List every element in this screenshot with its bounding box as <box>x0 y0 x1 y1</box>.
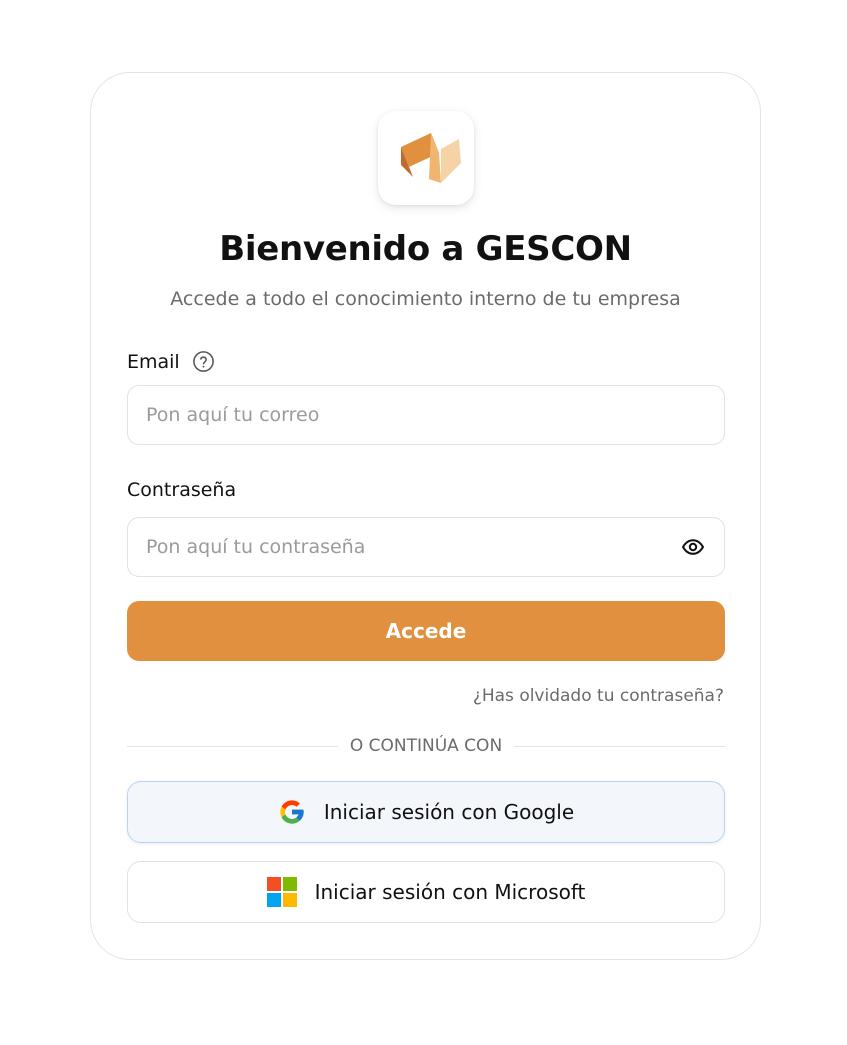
email-label: Email <box>127 350 180 373</box>
login-card: Bienvenido a GESCON Accede a todo el con… <box>90 72 761 960</box>
login-button[interactable]: Accede <box>127 601 725 661</box>
divider: O CONTINÚA CON <box>127 735 725 757</box>
divider-line-left <box>127 745 338 747</box>
email-field[interactable] <box>127 385 725 445</box>
microsoft-signin-button[interactable]: Iniciar sesión con Microsoft <box>127 861 725 923</box>
microsoft-signin-label: Iniciar sesión con Microsoft <box>314 880 586 904</box>
password-input[interactable] <box>146 536 666 558</box>
logo-tile <box>378 111 474 205</box>
divider-line-right <box>514 745 725 747</box>
page-title: Bienvenido a GESCON <box>219 229 632 269</box>
page-subtitle: Accede a todo el conocimiento interno de… <box>170 288 681 310</box>
google-signin-label: Iniciar sesión con Google <box>323 800 575 824</box>
divider-label: O CONTINÚA CON <box>349 736 503 756</box>
eye-icon[interactable] <box>680 534 706 560</box>
password-label: Contraseña <box>127 479 237 501</box>
password-field[interactable] <box>127 517 725 577</box>
microsoft-icon <box>266 877 297 907</box>
question-circle-icon[interactable] <box>192 350 215 373</box>
gescon-logo-icon <box>389 119 463 197</box>
email-input[interactable] <box>146 404 666 426</box>
forgot-password-link[interactable]: ¿Has olvidado tu contraseña? <box>473 686 724 706</box>
email-label-row: Email <box>127 350 215 373</box>
google-icon <box>278 798 306 826</box>
google-signin-button[interactable]: Iniciar sesión con Google <box>127 781 725 843</box>
